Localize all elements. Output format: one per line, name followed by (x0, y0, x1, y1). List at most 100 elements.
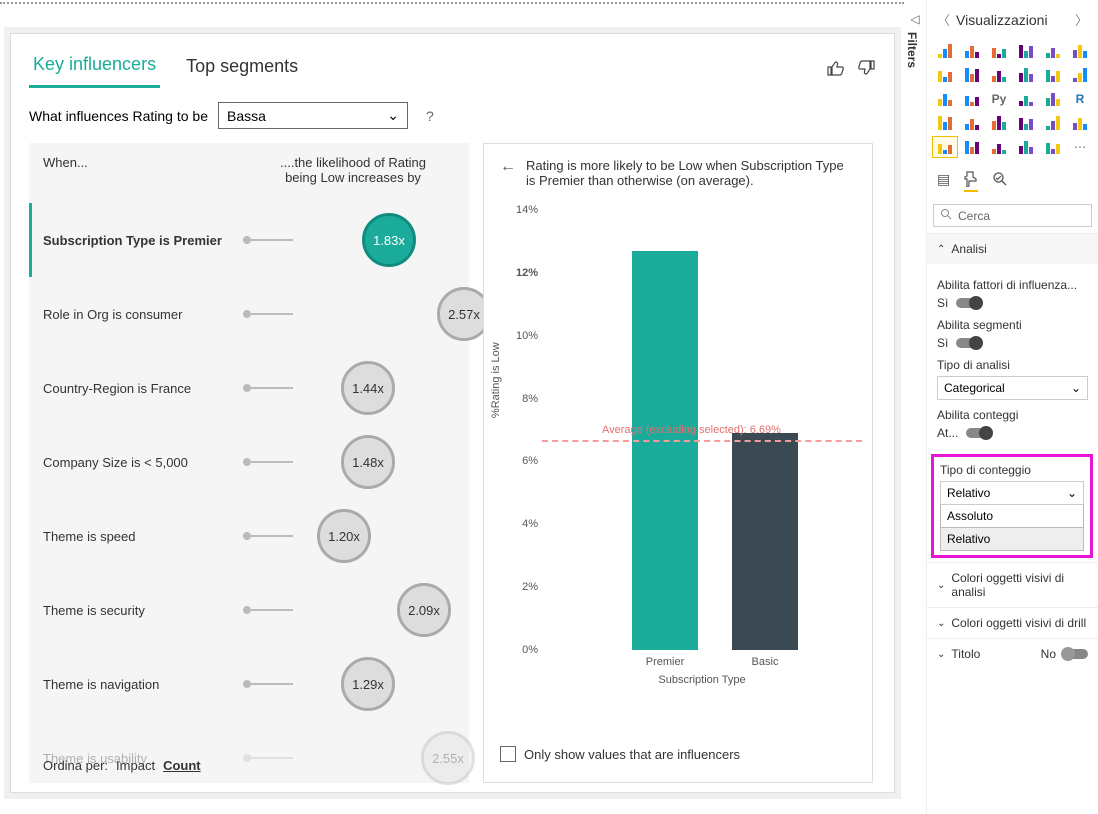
y-tick: 10% (512, 330, 538, 342)
bar-chart: %Rating is Low 14%12%10%8%6%4%2%0%Premie… (500, 200, 856, 700)
visualizations-pane: 〈 Visualizzazioni 〉 Py R ⋯ ▤ Cerca ⌃ Anali… (926, 0, 1098, 814)
chevron-up-icon: ⌃ (937, 244, 945, 255)
thumbs-down-icon[interactable] (856, 58, 876, 78)
detail-headline: Rating is more likely to be Low when Sub… (526, 158, 856, 188)
thumbs-up-icon[interactable] (826, 58, 846, 78)
viz-type-icon[interactable] (960, 137, 984, 157)
toggle-off-text: No (1041, 647, 1056, 661)
viz-type-icon[interactable] (987, 113, 1011, 133)
filters-expand-icon[interactable]: ◁ (905, 12, 925, 26)
pane-collapse-right-icon[interactable]: 〉 (1075, 10, 1088, 29)
enable-influencers-toggle[interactable] (956, 298, 982, 308)
viz-type-icon[interactable] (933, 89, 957, 109)
section-analysis-header[interactable]: ⌃ Analisi (927, 234, 1098, 264)
viz-type-icon[interactable] (987, 137, 1011, 157)
visualizations-title: Visualizzazioni (956, 12, 1075, 28)
viz-type-icon[interactable] (1014, 65, 1038, 85)
filters-pane-label[interactable]: Filters (905, 32, 919, 68)
viz-type-icon[interactable] (1068, 41, 1092, 61)
count-type-select[interactable]: Relativo ⌄ (940, 481, 1084, 505)
viz-type-icon[interactable] (933, 137, 957, 157)
viz-type-icon[interactable] (1068, 65, 1092, 85)
viz-type-icon[interactable] (1014, 41, 1038, 61)
toggle-on-text: Sì (937, 336, 948, 350)
y-tick: 4% (512, 518, 538, 530)
col-likelihood: ....the likelihood of Rating being Low i… (263, 155, 443, 185)
y-tick: 8% (512, 393, 538, 405)
fields-well-icon[interactable]: ▤ (937, 171, 950, 192)
influencers-list-panel: When... ....the likelihood of Rating bei… (29, 143, 469, 783)
pane-collapse-left-icon[interactable]: 〈 (937, 10, 950, 29)
influencer-label: Theme is navigation (43, 677, 243, 692)
viz-type-icon[interactable] (987, 65, 1011, 85)
viz-type-icon[interactable] (987, 41, 1011, 61)
influencer-row[interactable]: Role in Org is consumer2.57x (43, 277, 455, 351)
sort-impact[interactable]: Impact (116, 758, 155, 773)
connector-line (243, 757, 293, 759)
rating-value-dropdown[interactable]: Bassa ⌄ (218, 102, 408, 129)
viz-type-icon[interactable] (933, 65, 957, 85)
only-influencers-checkbox[interactable] (500, 746, 516, 762)
viz-type-icon[interactable] (960, 65, 984, 85)
viz-type-icon[interactable] (1068, 113, 1092, 133)
analysis-type-select[interactable]: Categorical ⌄ (937, 376, 1088, 400)
viz-type-icon[interactable] (1014, 113, 1038, 133)
chart-bar[interactable] (632, 251, 698, 650)
influencer-row[interactable]: Theme is navigation 1.29x (43, 647, 455, 721)
section-analysis-label: Analisi (951, 242, 986, 256)
enable-segments-label: Abilita segmenti (937, 318, 1088, 332)
section-label: Colori oggetti visivi di drill (951, 616, 1086, 630)
section-drill-colors[interactable]: ⌄ Colori oggetti visivi di drill (927, 607, 1098, 638)
viz-type-icon[interactable] (1041, 65, 1065, 85)
chevron-down-icon: ⌄ (937, 649, 945, 660)
help-icon[interactable]: ? (426, 108, 434, 124)
connector-line (243, 461, 293, 463)
viz-type-icon[interactable] (933, 113, 957, 133)
toggle-on-text: Sì (937, 296, 948, 310)
viz-type-icon[interactable] (1041, 89, 1065, 109)
chart-bar[interactable] (732, 433, 798, 650)
connector-line (243, 239, 293, 241)
multiplier-bubble: 1.29x (341, 657, 395, 711)
viz-type-icon[interactable] (1014, 137, 1038, 157)
connector-line (243, 387, 293, 389)
option-relative[interactable]: Relativo (940, 528, 1084, 551)
select-value: Relativo (947, 486, 990, 500)
section-title[interactable]: ⌄ Titolo No (927, 638, 1098, 669)
chevron-down-icon: ⌄ (1067, 486, 1077, 500)
format-brush-icon[interactable] (964, 171, 978, 192)
tab-top-segments[interactable]: Top segments (182, 50, 302, 87)
viz-type-icon[interactable] (933, 41, 957, 61)
influencer-label: Theme is speed (43, 529, 243, 544)
influencer-row[interactable]: Country-Region is France1.44x (43, 351, 455, 425)
title-toggle[interactable] (1062, 649, 1088, 659)
influencer-label: Subscription Type is Premier (43, 233, 243, 248)
viz-type-icon[interactable] (960, 41, 984, 61)
viz-type-icon[interactable] (1041, 137, 1065, 157)
analytics-magnifier-icon[interactable] (992, 171, 1008, 192)
option-absolute[interactable]: Assoluto (940, 505, 1084, 528)
report-top-border (0, 2, 904, 5)
influencer-row[interactable]: Subscription Type is Premier1.83x (29, 203, 455, 277)
influencer-row[interactable]: Company Size is < 5,0001.48x (43, 425, 455, 499)
connector-line (243, 313, 293, 315)
influencer-row[interactable]: Theme is speed1.20x (43, 499, 455, 573)
viz-type-icon[interactable]: R (1068, 89, 1092, 109)
viz-type-icon[interactable] (960, 113, 984, 133)
viz-type-icon[interactable] (1014, 89, 1038, 109)
section-analysis-colors[interactable]: ⌄ Colori oggetti visivi di analisi (927, 562, 1098, 607)
sort-count[interactable]: Count (163, 758, 201, 773)
search-input[interactable]: Cerca (933, 204, 1092, 227)
viz-type-icon[interactable] (960, 89, 984, 109)
tab-key-influencers[interactable]: Key influencers (29, 48, 160, 88)
back-arrow-icon[interactable]: ← (500, 158, 516, 188)
viz-type-icon[interactable]: ⋯ (1068, 137, 1092, 157)
influencer-label: Country-Region is France (43, 381, 243, 396)
influencer-row[interactable]: Theme is security2.09x (43, 573, 455, 647)
connector-line (243, 683, 293, 685)
enable-segments-toggle[interactable] (956, 338, 982, 348)
viz-type-icon[interactable]: Py (987, 89, 1011, 109)
enable-counts-toggle[interactable] (966, 428, 992, 438)
viz-type-icon[interactable] (1041, 41, 1065, 61)
viz-type-icon[interactable] (1041, 113, 1065, 133)
